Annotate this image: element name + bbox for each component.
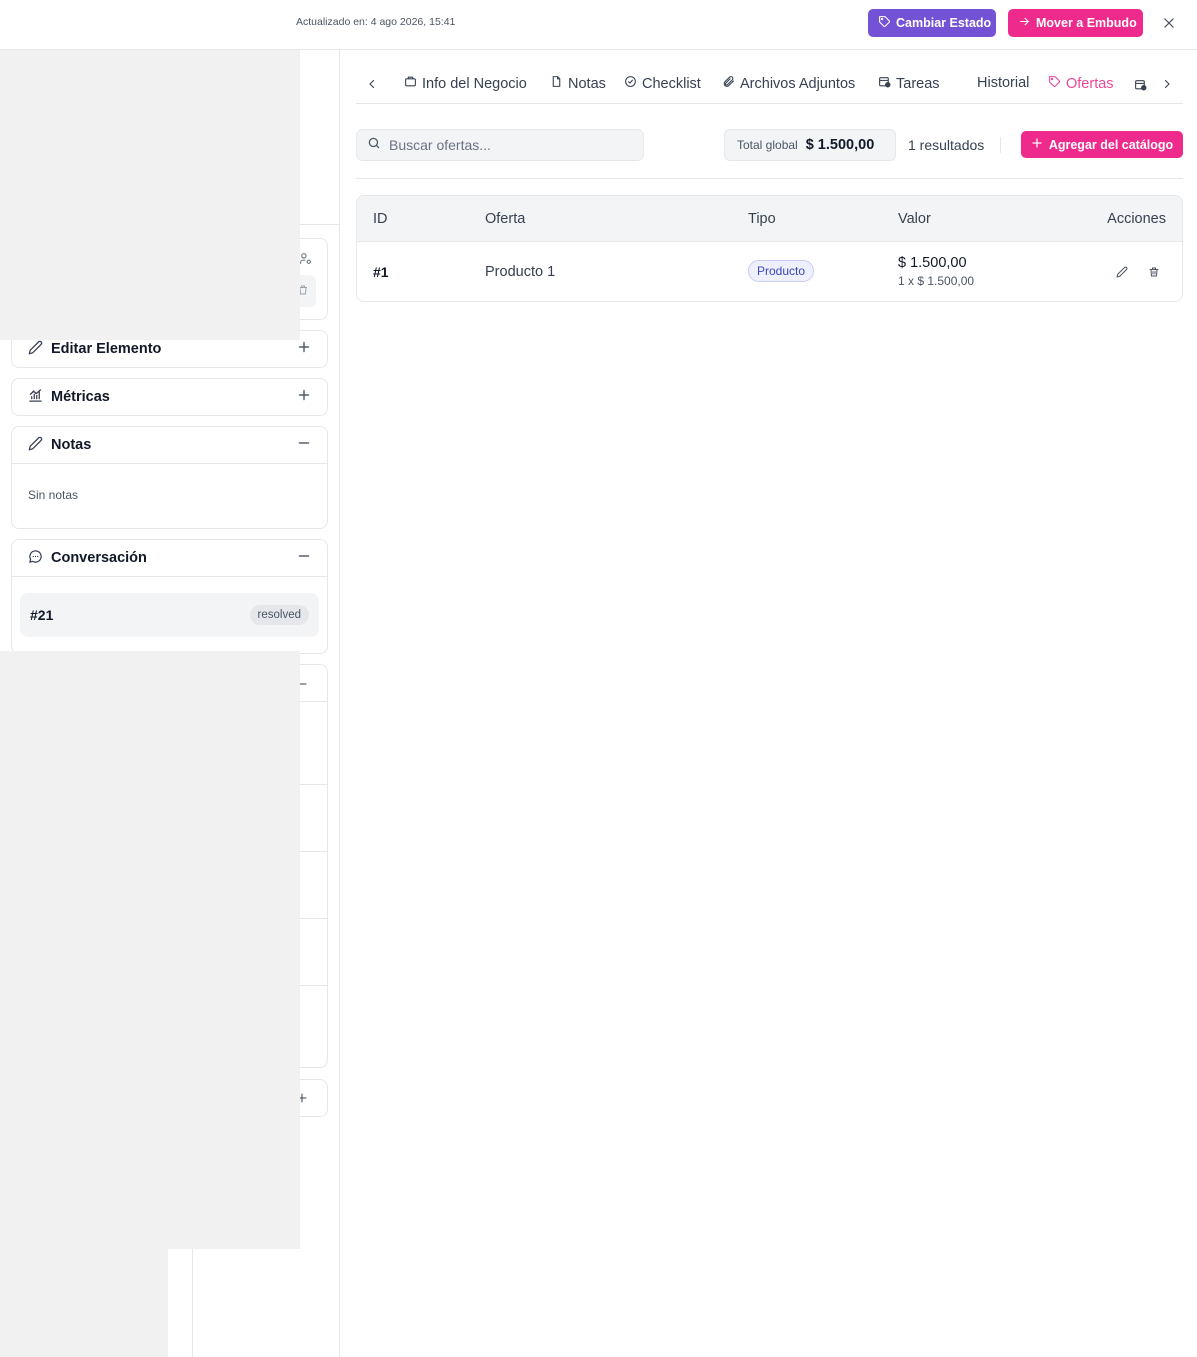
notes-empty-text: Sin notas: [28, 488, 79, 502]
conversation-id: #21: [30, 607, 54, 623]
tab-notes[interactable]: Notas: [550, 75, 606, 92]
conversation-item[interactable]: #21 resolved: [20, 593, 319, 637]
tab-checklist[interactable]: Checklist: [624, 75, 701, 92]
close-icon[interactable]: [1158, 12, 1180, 34]
divider: [1000, 137, 1001, 153]
paperclip-icon: [722, 75, 735, 92]
divider: [300, 985, 327, 986]
file-icon: [550, 75, 563, 92]
total-label: Total global: [737, 138, 798, 152]
check-circle-icon: [624, 75, 637, 92]
arrow-right-icon: [1018, 15, 1031, 31]
move-to-funnel-button[interactable]: Mover a Embudo: [1008, 9, 1143, 37]
tab-label: Checklist: [642, 75, 701, 92]
divider: [356, 178, 1183, 179]
metrics-title: Métricas: [51, 389, 110, 405]
metrics-header[interactable]: Métricas: [12, 379, 327, 415]
total-value: $ 1.500,00: [805, 137, 875, 153]
divider: [300, 918, 327, 919]
tab-label: Archivos Adjuntos: [740, 75, 856, 92]
conversation-status-badge: resolved: [249, 605, 309, 625]
tab-label: Notas: [568, 75, 606, 92]
delete-icon[interactable]: [1146, 264, 1162, 280]
edit-icon[interactable]: [1114, 264, 1130, 280]
notes-title: Notas: [51, 437, 92, 453]
chevron-right-icon[interactable]: [1159, 76, 1175, 92]
tab-history[interactable]: Historial: [977, 75, 1029, 91]
cell-value-detail: 1 x $ 1.500,00: [898, 274, 975, 288]
updated-timestamp: Actualizado en: 4 ago 2026, 15:41: [296, 16, 456, 28]
conversation-card: Conversación #21 resolved: [11, 539, 328, 654]
notes-header[interactable]: Notas: [12, 427, 327, 463]
metrics-card: Métricas: [11, 378, 328, 416]
chevron-left-icon[interactable]: [364, 76, 380, 92]
pencil-icon: [28, 340, 43, 359]
cell-id: #1: [373, 264, 389, 280]
tab-attachments[interactable]: Archivos Adjuntos: [722, 75, 855, 92]
tab-label: Ofertas: [1066, 75, 1114, 92]
pencil-icon: [28, 436, 43, 455]
change-status-label: Cambiar Estado: [896, 16, 992, 30]
offers-search[interactable]: [356, 129, 644, 161]
divider: [300, 784, 327, 785]
redacted-area: [0, 651, 300, 1249]
column-header-actions: Acciones: [1107, 211, 1166, 227]
left-panel: Editar Elemento Métricas Notas Sin notas…: [0, 50, 340, 1357]
column-header-value: Valor: [898, 211, 931, 227]
tag-icon: [878, 15, 891, 31]
add-from-catalog-label: Agregar del catálogo: [1048, 137, 1174, 152]
user-settings-icon[interactable]: [299, 252, 313, 266]
divider: [300, 701, 327, 702]
move-to-funnel-label: Mover a Embudo: [1036, 16, 1137, 30]
notes-body: Sin notas: [12, 463, 327, 528]
cell-offer: Producto 1: [485, 264, 556, 280]
tab-offers[interactable]: Ofertas: [1048, 75, 1114, 92]
tab-label: Tareas: [896, 75, 940, 92]
tag-icon: [1048, 75, 1061, 92]
conversation-title: Conversación: [51, 550, 147, 566]
minus-icon[interactable]: [297, 436, 311, 454]
chart-icon: [28, 388, 43, 407]
calendar-clock-icon[interactable]: [1132, 76, 1148, 92]
notes-card: Notas Sin notas: [11, 426, 328, 529]
search-icon: [367, 136, 381, 155]
conversation-header[interactable]: Conversación: [12, 540, 327, 576]
divider: [300, 224, 340, 225]
tab-label: Historial: [977, 75, 1030, 91]
cell-value: $ 1.500,00: [898, 255, 967, 271]
minus-icon[interactable]: [297, 677, 312, 691]
table-header: ID Oferta Tipo Valor Acciones: [357, 196, 1182, 242]
redacted-area: [0, 50, 300, 340]
total-global-box: Total global $ 1.500,00: [724, 129, 896, 161]
add-from-catalog-button[interactable]: Agregar del catálogo: [1021, 131, 1183, 158]
collapsed-card-peek: [300, 664, 328, 1068]
chat-bubble-icon: [28, 549, 43, 568]
results-count: 1 resultados: [908, 137, 985, 153]
conversation-body: #21 resolved: [12, 576, 327, 653]
search-input[interactable]: [389, 137, 629, 153]
tab-business-info[interactable]: Info del Negocio: [404, 75, 527, 92]
redacted-area: [0, 1249, 168, 1357]
column-header-id: ID: [373, 211, 388, 227]
tab-bar: Info del Negocio Notas Checklist Archivo…: [356, 66, 1183, 104]
minus-icon[interactable]: [297, 549, 311, 567]
divider: [300, 851, 327, 852]
plus-icon: [1031, 137, 1043, 152]
tab-tasks[interactable]: Tareas: [878, 75, 940, 92]
edit-item-title: Editar Elemento: [51, 341, 162, 357]
divider: [192, 1249, 193, 1357]
column-header-offer: Oferta: [485, 211, 526, 227]
calendar-clock-icon: [878, 75, 891, 92]
briefcase-icon: [404, 75, 417, 92]
top-bar: Actualizado en: 4 ago 2026, 15:41 Cambia…: [0, 0, 1197, 50]
tab-label: Info del Negocio: [422, 75, 527, 92]
offers-table: ID Oferta Tipo Valor Acciones #1 Product…: [356, 195, 1183, 302]
column-header-type: Tipo: [748, 211, 776, 227]
plus-icon[interactable]: [297, 1091, 312, 1105]
change-status-button[interactable]: Cambiar Estado: [868, 9, 996, 37]
table-row[interactable]: #1 Producto 1 Producto $ 1.500,00 1 x $ …: [357, 242, 1182, 301]
plus-icon[interactable]: [297, 340, 311, 358]
plus-icon[interactable]: [297, 388, 311, 406]
type-badge: Producto: [748, 260, 815, 282]
